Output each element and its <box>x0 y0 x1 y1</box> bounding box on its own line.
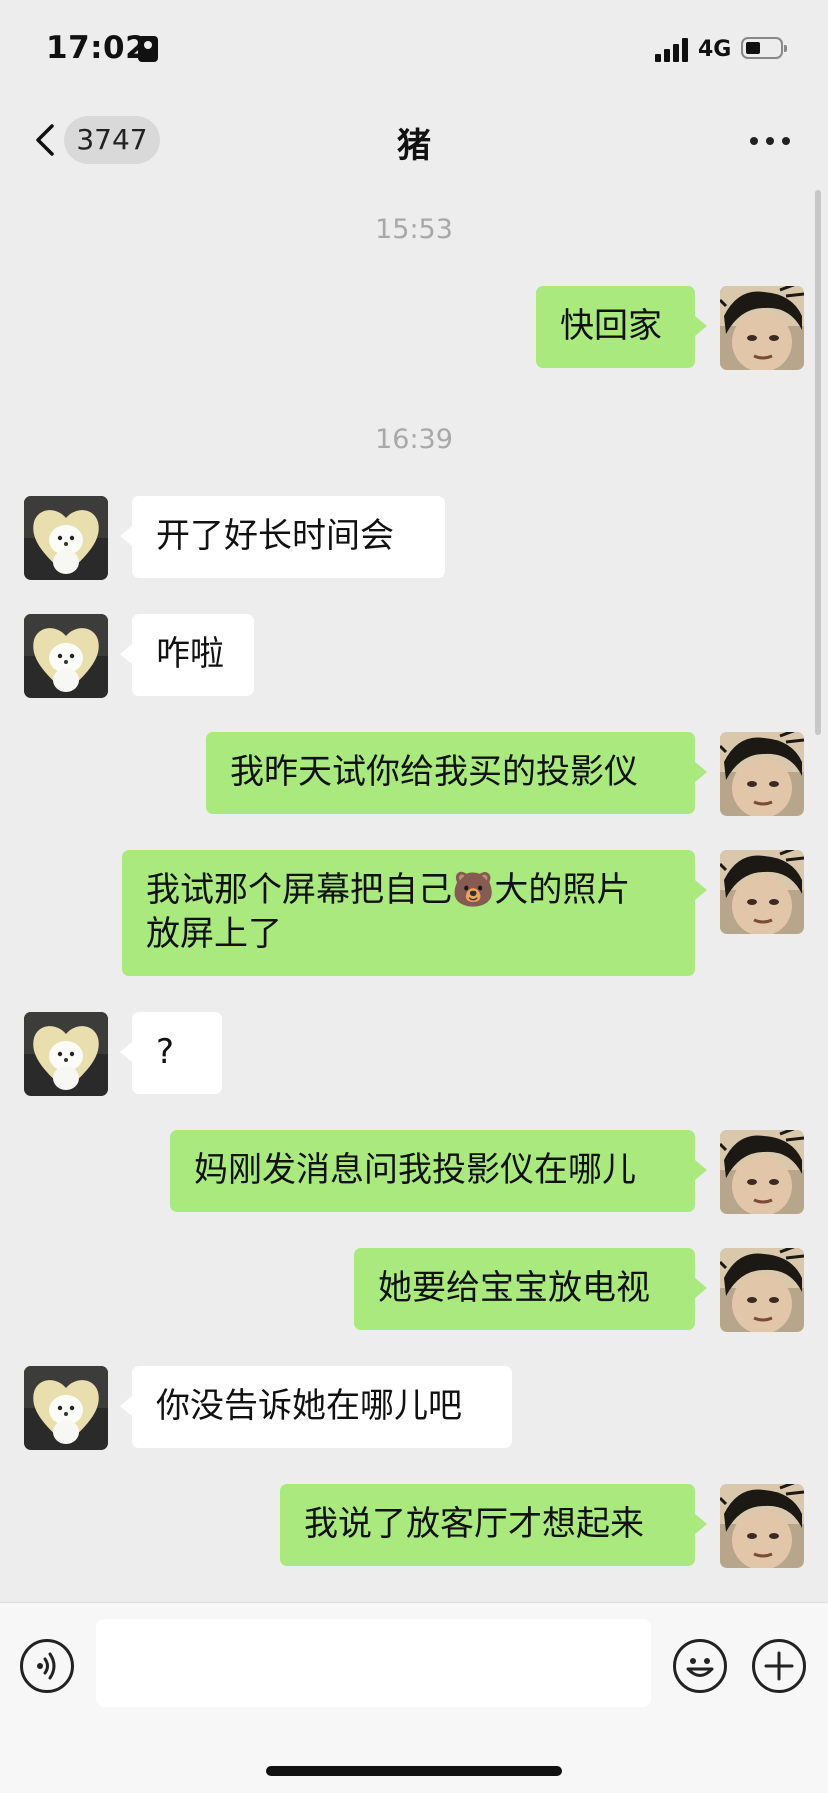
network-type: 4G <box>698 37 732 62</box>
message-bubble-sent[interactable]: 我昨天试你给我买的投影仪 <box>206 732 707 814</box>
message-bubble-received[interactable]: ? <box>120 1012 222 1094</box>
status-time: 17:02 <box>46 30 148 66</box>
message-bubble-received[interactable]: 开了好长时间会 <box>120 496 445 578</box>
signal-icon <box>655 36 689 62</box>
message-bubble-sent[interactable]: 快回家 <box>536 286 707 368</box>
input-bar <box>0 1602 828 1793</box>
message-line: 我试那个屏幕把自己🐻大的照片 <box>146 870 631 910</box>
voice-icon <box>37 1652 56 1680</box>
my-avatar[interactable] <box>720 1248 804 1332</box>
contact-card-icon <box>138 36 158 62</box>
my-avatar[interactable] <box>720 732 804 816</box>
message-bubble-sent[interactable]: 我说了放客厅才想起来 <box>280 1484 707 1566</box>
my-avatar[interactable] <box>720 1130 804 1214</box>
message-input[interactable] <box>96 1619 651 1707</box>
home-indicator[interactable] <box>266 1766 562 1776</box>
message-bubble-received[interactable]: 咋啦 <box>120 614 254 696</box>
emoji-icon <box>686 1658 714 1677</box>
more-functions-button[interactable] <box>752 1639 806 1693</box>
message-bubble-sent[interactable]: 她要给宝宝放电视 <box>354 1248 707 1330</box>
contact-avatar[interactable] <box>24 496 108 580</box>
battery-icon <box>741 37 787 59</box>
my-avatar[interactable] <box>720 1484 804 1568</box>
message-bubble-received[interactable]: 你没告诉她在哪儿吧 <box>120 1366 512 1448</box>
chat-scrollbar[interactable] <box>815 190 821 735</box>
message-bubble-sent[interactable]: 妈刚发消息问我投影仪在哪儿 <box>170 1130 707 1212</box>
emoji-button[interactable] <box>673 1639 727 1693</box>
timestamp: 16:39 <box>375 424 453 455</box>
my-avatar[interactable] <box>720 286 804 370</box>
contact-avatar[interactable] <box>24 1012 108 1096</box>
more-options-button[interactable] <box>746 122 794 158</box>
contact-avatar[interactable] <box>24 1366 108 1450</box>
status-bar: 17:02 4G <box>0 0 828 96</box>
chat-header: 3747 猪 <box>0 100 828 180</box>
plus-icon <box>764 1651 794 1681</box>
message-line: 放屏上了 <box>146 914 282 954</box>
chat-title: 猪 <box>397 126 431 166</box>
my-avatar[interactable] <box>720 850 804 934</box>
voice-button[interactable] <box>20 1639 74 1693</box>
timestamp: 15:53 <box>375 214 453 245</box>
contact-avatar[interactable] <box>24 614 108 698</box>
message-bubble-sent[interactable]: 我试那个屏幕把自己🐻大的照片 放屏上了 <box>122 850 707 976</box>
